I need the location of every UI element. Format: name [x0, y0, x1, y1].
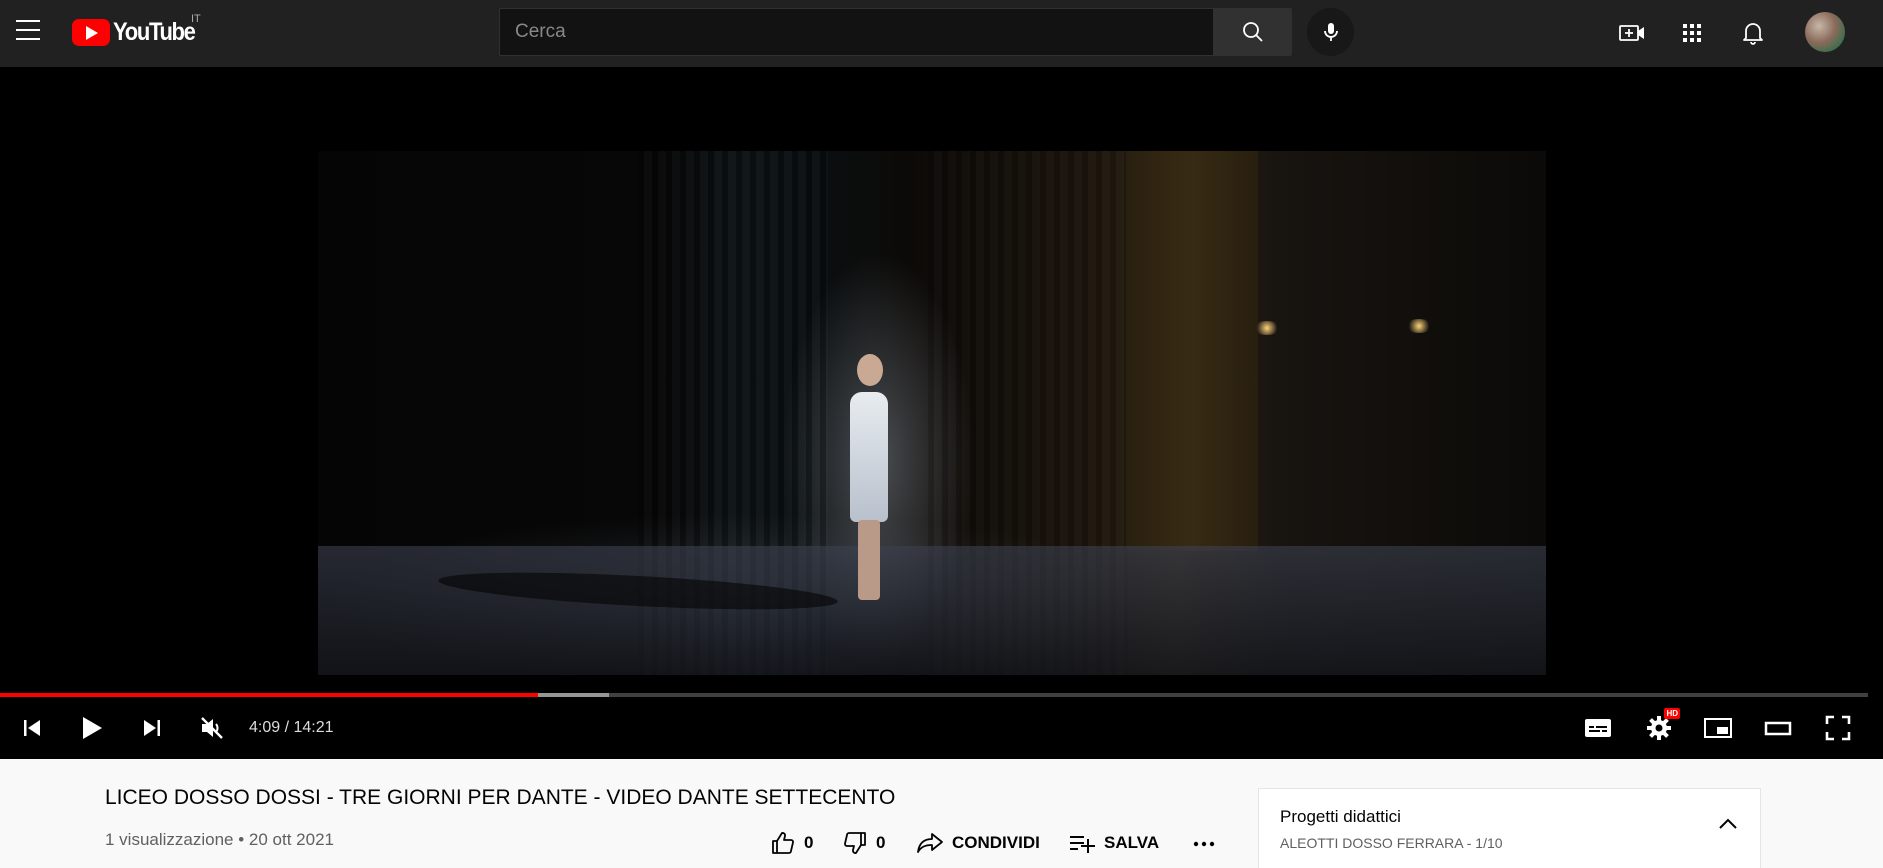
next-button[interactable] [136, 710, 168, 746]
more-actions-button[interactable] [1190, 830, 1218, 858]
youtube-logo[interactable]: YouTube [72, 17, 206, 47]
view-count: 1 visualizzazione [105, 830, 234, 849]
search-input[interactable] [500, 9, 1213, 55]
playlist-add-icon [1070, 836, 1095, 853]
stage-floor [318, 546, 1546, 675]
theater-mode-button[interactable] [1760, 710, 1796, 746]
theater-pillar [1126, 151, 1258, 551]
thumbs-down-icon [844, 832, 866, 854]
video-title: LICEO DOSSO DOSSI - TRE GIORNI PER DANTE… [105, 786, 896, 809]
bell-icon [1743, 23, 1763, 45]
playlist-title[interactable]: Progetti didattici [1280, 807, 1401, 827]
hd-badge: HD [1664, 708, 1680, 719]
playlist-subtitle: ALEOTTI DOSSO FERRARA - 1/10 [1280, 835, 1503, 851]
playlist-panel: Progetti didattici ALEOTTI DOSSO FERRARA… [1258, 788, 1761, 868]
dislike-button[interactable]: 0 [842, 829, 885, 857]
avatar[interactable] [1805, 12, 1845, 52]
notifications-button[interactable] [1737, 17, 1769, 49]
fullscreen-button[interactable] [1820, 710, 1856, 746]
play-icon [83, 717, 102, 739]
share-button[interactable]: CONDIVIDI [916, 829, 1040, 857]
video-camera-plus-icon [1619, 25, 1644, 41]
previous-button[interactable] [16, 710, 48, 746]
volume-muted-icon [201, 717, 223, 739]
theater-mode-icon [1764, 721, 1792, 736]
meta-separator: • [233, 830, 249, 849]
video-meta: 1 visualizzazione • 20 ott 2021 [105, 830, 334, 850]
miniplayer-button[interactable] [1700, 710, 1736, 746]
time-current: 4:09 [249, 719, 281, 736]
thumbs-up-icon [772, 832, 794, 854]
search-box [499, 8, 1213, 56]
share-arrow-icon [917, 833, 943, 853]
theater-lamp [1254, 321, 1280, 335]
create-video-button[interactable] [1616, 17, 1648, 49]
playlist-separator: - [1462, 835, 1476, 851]
like-count: 0 [804, 833, 814, 852]
play-button[interactable] [76, 710, 108, 746]
country-code: IT [191, 13, 201, 25]
dancer-figure [840, 354, 898, 604]
chevron-up-icon [1719, 818, 1737, 829]
save-button[interactable]: SALVA [1068, 829, 1159, 857]
progress-played [0, 693, 538, 697]
microphone-icon [1323, 23, 1338, 41]
upload-date: 20 ott 2021 [248, 830, 334, 849]
logo-text: YouTube [113, 17, 196, 46]
save-label: SALVA [1104, 833, 1160, 852]
skip-next-icon [144, 720, 160, 736]
miniplayer-icon [1704, 718, 1732, 738]
menu-icon[interactable] [14, 20, 42, 44]
mute-button[interactable] [195, 710, 229, 746]
settings-button[interactable]: HD [1642, 708, 1680, 746]
apps-grid-icon [1683, 24, 1701, 42]
skip-previous-icon [24, 720, 40, 736]
time-total: 14:21 [293, 719, 334, 736]
fullscreen-icon [1825, 715, 1851, 741]
progress-bar[interactable] [0, 693, 1868, 697]
playlist-channel[interactable]: ALEOTTI DOSSO FERRARA [1280, 835, 1463, 851]
apps-button[interactable] [1676, 17, 1708, 49]
subtitles-button[interactable] [1580, 710, 1616, 746]
video-player[interactable]: 4:09 / 14:21 HD [0, 67, 1883, 759]
share-label: CONDIVIDI [952, 833, 1040, 852]
top-bar: YouTube IT [0, 0, 1883, 67]
dislike-count: 0 [876, 833, 886, 852]
playlist-collapse-button[interactable] [1714, 810, 1742, 838]
voice-search-button[interactable] [1307, 8, 1354, 56]
time-display: 4:09 / 14:21 [249, 719, 334, 737]
youtube-play-logo-icon [72, 18, 110, 46]
video-frame[interactable] [318, 151, 1546, 675]
search-button[interactable] [1213, 8, 1292, 56]
like-button[interactable]: 0 [770, 829, 813, 857]
search-icon [1242, 22, 1263, 42]
subtitles-icon [1585, 719, 1611, 737]
playlist-position: 1/10 [1475, 835, 1503, 851]
theater-lamp [1406, 319, 1432, 333]
time-separator: / [280, 719, 294, 736]
more-horizontal-icon [1193, 841, 1215, 847]
